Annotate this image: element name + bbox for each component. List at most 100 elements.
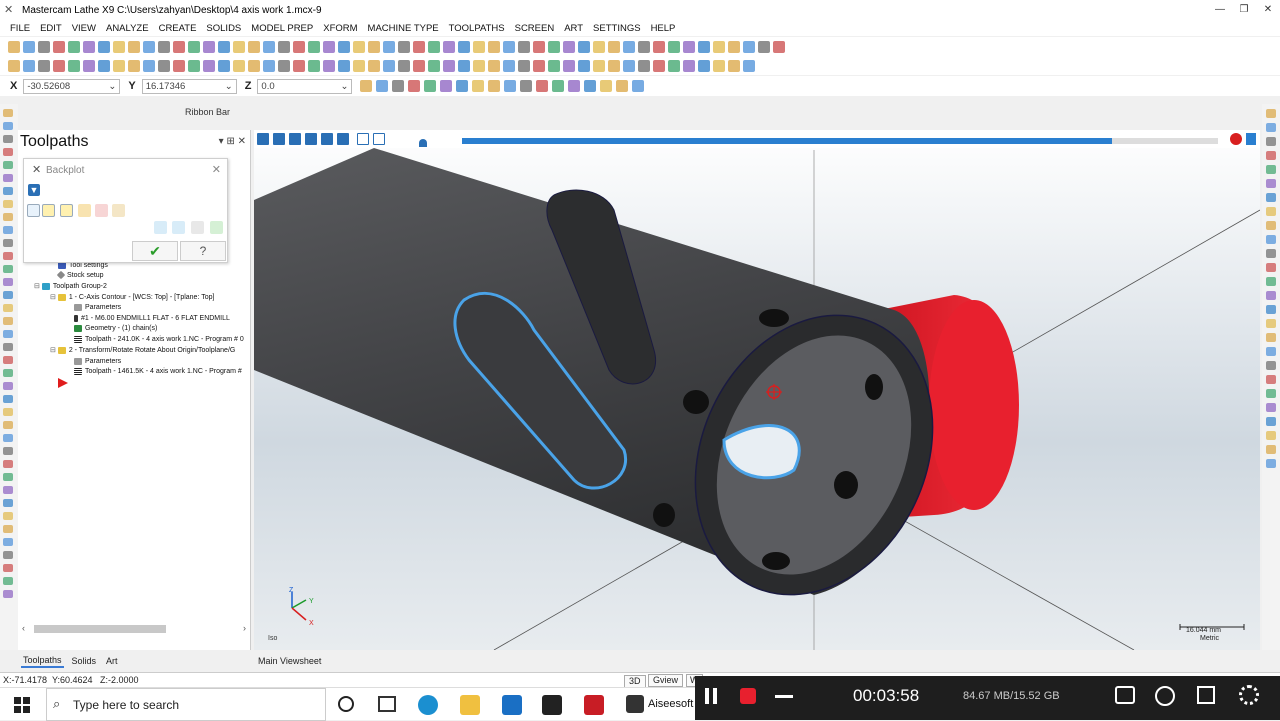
windows-start-icon[interactable] bbox=[14, 697, 30, 713]
right-strip-tool-icon[interactable] bbox=[1266, 431, 1276, 440]
sketch-tool-icon[interactable] bbox=[398, 59, 410, 72]
left-strip-tool-icon[interactable] bbox=[3, 278, 13, 286]
timer-icon[interactable] bbox=[1155, 686, 1175, 706]
toolbar-tool-icon[interactable] bbox=[53, 40, 65, 53]
toolbar-tool-icon[interactable] bbox=[263, 40, 275, 53]
left-strip-tool-icon[interactable] bbox=[3, 161, 13, 169]
autocursor-tool-icon[interactable] bbox=[408, 80, 421, 92]
left-strip-tool-icon[interactable] bbox=[3, 239, 13, 247]
right-strip-tool-icon[interactable] bbox=[1266, 403, 1276, 412]
toolbar-tool-icon[interactable] bbox=[83, 40, 95, 53]
left-strip-tool-icon[interactable] bbox=[3, 343, 13, 351]
menu-analyze[interactable]: ANALYZE bbox=[106, 23, 149, 34]
edge-icon[interactable] bbox=[418, 695, 438, 715]
left-strip-tool-icon[interactable] bbox=[3, 473, 13, 481]
right-strip-tool-icon[interactable] bbox=[1266, 207, 1276, 216]
toolbar-tool-icon[interactable] bbox=[323, 40, 335, 53]
autocursor-tool-icon[interactable] bbox=[520, 80, 533, 92]
toolbar-tool-icon[interactable] bbox=[683, 40, 695, 53]
menu-create[interactable]: CREATE bbox=[159, 23, 197, 34]
right-strip-tool-icon[interactable] bbox=[1266, 319, 1276, 328]
left-strip-tool-icon[interactable] bbox=[3, 369, 13, 377]
right-strip-tool-icon[interactable] bbox=[1266, 221, 1276, 230]
maximize-button[interactable]: ❐ bbox=[1232, 0, 1256, 20]
tree-item-parameters[interactable]: Parameters bbox=[74, 303, 121, 314]
sketch-tool-icon[interactable] bbox=[128, 59, 140, 72]
toolpath-filter-icon[interactable] bbox=[154, 221, 167, 234]
toolbar-tool-icon[interactable] bbox=[563, 40, 575, 53]
right-strip-tool-icon[interactable] bbox=[1266, 305, 1276, 314]
left-strip-tool-icon[interactable] bbox=[3, 382, 13, 390]
menu-screen[interactable]: SCREEN bbox=[515, 23, 555, 34]
sketch-tool-icon[interactable] bbox=[578, 59, 590, 72]
toolbar-tool-icon[interactable] bbox=[203, 40, 215, 53]
sketch-tool-icon[interactable] bbox=[203, 59, 215, 72]
right-strip-tool-icon[interactable] bbox=[1266, 389, 1276, 398]
rapid-icon[interactable] bbox=[78, 204, 91, 217]
menu-help[interactable]: HELP bbox=[651, 23, 676, 34]
sketch-tool-icon[interactable] bbox=[218, 59, 230, 72]
left-strip-tool-icon[interactable] bbox=[3, 213, 13, 221]
toolbar-tool-icon[interactable] bbox=[713, 40, 725, 53]
save-icon[interactable] bbox=[210, 221, 223, 234]
camera-icon[interactable] bbox=[1115, 686, 1135, 704]
right-strip-tool-icon[interactable] bbox=[1266, 277, 1276, 286]
toolbar-tool-icon[interactable] bbox=[608, 40, 620, 53]
quick-verify-icon[interactable] bbox=[112, 204, 125, 217]
autocursor-tool-icon[interactable] bbox=[472, 80, 485, 92]
menu-art[interactable]: ART bbox=[564, 23, 583, 34]
backplot-close-button[interactable]: ✕ bbox=[212, 163, 221, 176]
left-strip-tool-icon[interactable] bbox=[3, 525, 13, 533]
sketch-tool-icon[interactable] bbox=[533, 59, 545, 72]
sketch-tool-icon[interactable] bbox=[458, 59, 470, 72]
left-strip-tool-icon[interactable] bbox=[3, 590, 13, 598]
sketch-tool-icon[interactable] bbox=[83, 59, 95, 72]
left-strip-tool-icon[interactable] bbox=[3, 499, 13, 507]
toolbar-tool-icon[interactable] bbox=[488, 40, 500, 53]
right-strip-tool-icon[interactable] bbox=[1266, 417, 1276, 426]
toolbar-tool-icon[interactable] bbox=[473, 40, 485, 53]
task-view-icon[interactable] bbox=[378, 696, 396, 712]
minimize-button[interactable]: — bbox=[1208, 0, 1232, 20]
right-strip-tool-icon[interactable] bbox=[1266, 347, 1276, 356]
pause-icon[interactable] bbox=[705, 688, 709, 704]
sketch-tool-icon[interactable] bbox=[638, 59, 650, 72]
sketch-tool-icon[interactable] bbox=[53, 59, 65, 72]
left-strip-tool-icon[interactable] bbox=[3, 317, 13, 325]
toolbar-tool-icon[interactable] bbox=[518, 40, 530, 53]
tab-art[interactable]: Art bbox=[104, 655, 120, 667]
autocursor-tool-icon[interactable] bbox=[632, 80, 645, 92]
x-coordinate-field[interactable]: -30.52608 ⌄ bbox=[23, 78, 121, 94]
left-strip-tool-icon[interactable] bbox=[3, 200, 13, 208]
left-strip-tool-icon[interactable] bbox=[3, 447, 13, 455]
right-strip-tool-icon[interactable] bbox=[1266, 263, 1276, 272]
left-strip-tool-icon[interactable] bbox=[3, 577, 13, 585]
right-strip-tool-icon[interactable] bbox=[1266, 123, 1276, 132]
expand-icon[interactable]: ▼ bbox=[28, 184, 40, 196]
toolbar-tool-icon[interactable] bbox=[38, 40, 50, 53]
sketch-tool-icon[interactable] bbox=[143, 59, 155, 72]
toolbar-tool-icon[interactable] bbox=[443, 40, 455, 53]
backplot-help-button[interactable]: ? bbox=[180, 241, 226, 261]
sketch-tool-icon[interactable] bbox=[308, 59, 320, 72]
menu-view[interactable]: VIEW bbox=[72, 23, 96, 34]
record-stop-icon[interactable] bbox=[740, 688, 756, 704]
z-coordinate-field[interactable]: 0.0 ⌄ bbox=[257, 78, 353, 94]
toolbar-tool-icon[interactable] bbox=[743, 40, 755, 53]
sketch-tool-icon[interactable] bbox=[743, 59, 755, 72]
toolbar-tool-icon[interactable] bbox=[113, 40, 125, 53]
left-strip-tool-icon[interactable] bbox=[3, 135, 13, 143]
toolbar-tool-icon[interactable] bbox=[383, 40, 395, 53]
toolbar-tool-icon[interactable] bbox=[548, 40, 560, 53]
sketch-tool-icon[interactable] bbox=[323, 59, 335, 72]
left-strip-tool-icon[interactable] bbox=[3, 395, 13, 403]
tree-item-operation-1[interactable]: ⊟ 1 - C-Axis Contour - [WCS: Top] - [Tpl… bbox=[50, 293, 214, 304]
left-strip-tool-icon[interactable] bbox=[3, 486, 13, 494]
menu-solids[interactable]: SOLIDS bbox=[206, 23, 241, 34]
sketch-tool-icon[interactable] bbox=[698, 59, 710, 72]
toolbar-tool-icon[interactable] bbox=[233, 40, 245, 53]
left-strip-tool-icon[interactable] bbox=[3, 109, 13, 117]
insert-arrow-icon[interactable] bbox=[58, 378, 68, 388]
toolbar-tool-icon[interactable] bbox=[668, 40, 680, 53]
autocursor-tool-icon[interactable] bbox=[488, 80, 501, 92]
